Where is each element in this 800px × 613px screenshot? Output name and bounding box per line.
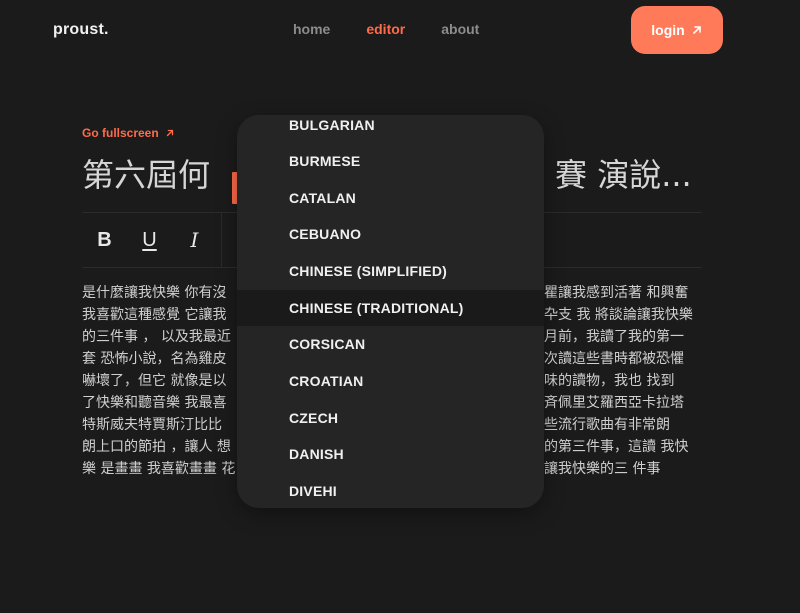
language-option-corsican[interactable]: CORSICAN	[237, 326, 544, 362]
body-line: 樂 是畫畫 我喜歡畫畫 花	[82, 461, 236, 477]
title-right: 賽 演說...	[555, 156, 692, 194]
body-line: 嚇壞了，但它 就像是以	[82, 373, 227, 389]
login-button[interactable]: login	[631, 6, 723, 54]
language-option-cebuano[interactable]: CEBUANO	[237, 216, 544, 252]
body-line: 月前，我讀了我的第一	[544, 329, 684, 345]
language-option-bulgarian[interactable]: BULGARIAN	[237, 115, 544, 143]
go-fullscreen-link[interactable]: Go fullscreen	[82, 126, 175, 140]
body-line: 味的讀物，我也 找到	[544, 373, 675, 389]
body-line: 些流行歌曲有非常朗	[544, 417, 670, 433]
nav-about[interactable]: about	[441, 21, 479, 37]
language-option-czech[interactable]: CZECH	[237, 400, 544, 436]
arrow-up-right-icon	[166, 129, 173, 137]
body-line: 特斯威夫特賈斯汀比比	[82, 417, 222, 433]
bold-button[interactable]: B	[82, 213, 127, 267]
arrow-up-right-icon	[692, 26, 701, 34]
language-dropdown[interactable]: BULGARIAN BURMESE CATALAN CEBUANO CHINES…	[237, 115, 544, 508]
body-line: 了快樂和聽音樂 我最喜	[82, 395, 227, 411]
body-line: 的三件事 ， 以及我最近	[82, 329, 231, 345]
language-option-burmese[interactable]: BURMESE	[237, 143, 544, 179]
brand-logo[interactable]: proust.	[53, 21, 109, 39]
body-line: 瞿讓我感到活著 和興奮	[544, 285, 689, 301]
language-option-catalan[interactable]: CATALAN	[237, 180, 544, 216]
language-option-chinese-traditional[interactable]: CHINESE (TRADITIONAL)	[237, 290, 544, 326]
body-line: 是什麼讓我快樂 你有沒	[82, 285, 227, 301]
body-line: 卆支 我 將談論讓我快樂	[544, 307, 693, 323]
language-option-croatian[interactable]: CROATIAN	[237, 363, 544, 399]
body-line: 套 恐怖小說，名為雞皮	[82, 351, 227, 367]
body-left-column: 是什麼讓我快樂 你有沒 我喜歡這種感覺 它讓我 的三件事 ， 以及我最近 套 恐…	[82, 282, 242, 480]
body-line: 讓我快樂的三 件事	[544, 461, 661, 477]
body-line: 次讀這些書時都被恐懼	[544, 351, 684, 367]
body-right-column: 瞿讓我感到活著 和興奮 卆支 我 將談論讓我快樂 月前，我讀了我的第一 次讀這些…	[544, 282, 702, 480]
toolbar-divider	[221, 213, 222, 267]
title-left: 第六屆何	[82, 156, 211, 194]
underline-button[interactable]: U	[127, 213, 172, 267]
language-option-divehi[interactable]: DIVEHI	[237, 473, 544, 508]
body-line: 朗上口的節拍 ，讓人 想	[82, 439, 231, 455]
body-line: 的第三件事，這讀 我快	[544, 439, 689, 455]
language-option-danish[interactable]: DANISH	[237, 436, 544, 472]
language-option-chinese-simplified[interactable]: CHINESE (SIMPLIFIED)	[237, 253, 544, 289]
main-nav: home editor about	[293, 21, 479, 37]
nav-editor[interactable]: editor	[366, 21, 405, 37]
fullscreen-label: Go fullscreen	[82, 126, 159, 140]
italic-button[interactable]: I	[172, 213, 217, 267]
body-line: 我喜歡這種感覺 它讓我	[82, 307, 227, 323]
body-line: 斉佩里艾羅西亞卡拉塔	[544, 395, 684, 411]
nav-home[interactable]: home	[293, 21, 330, 37]
login-label: login	[651, 22, 685, 38]
